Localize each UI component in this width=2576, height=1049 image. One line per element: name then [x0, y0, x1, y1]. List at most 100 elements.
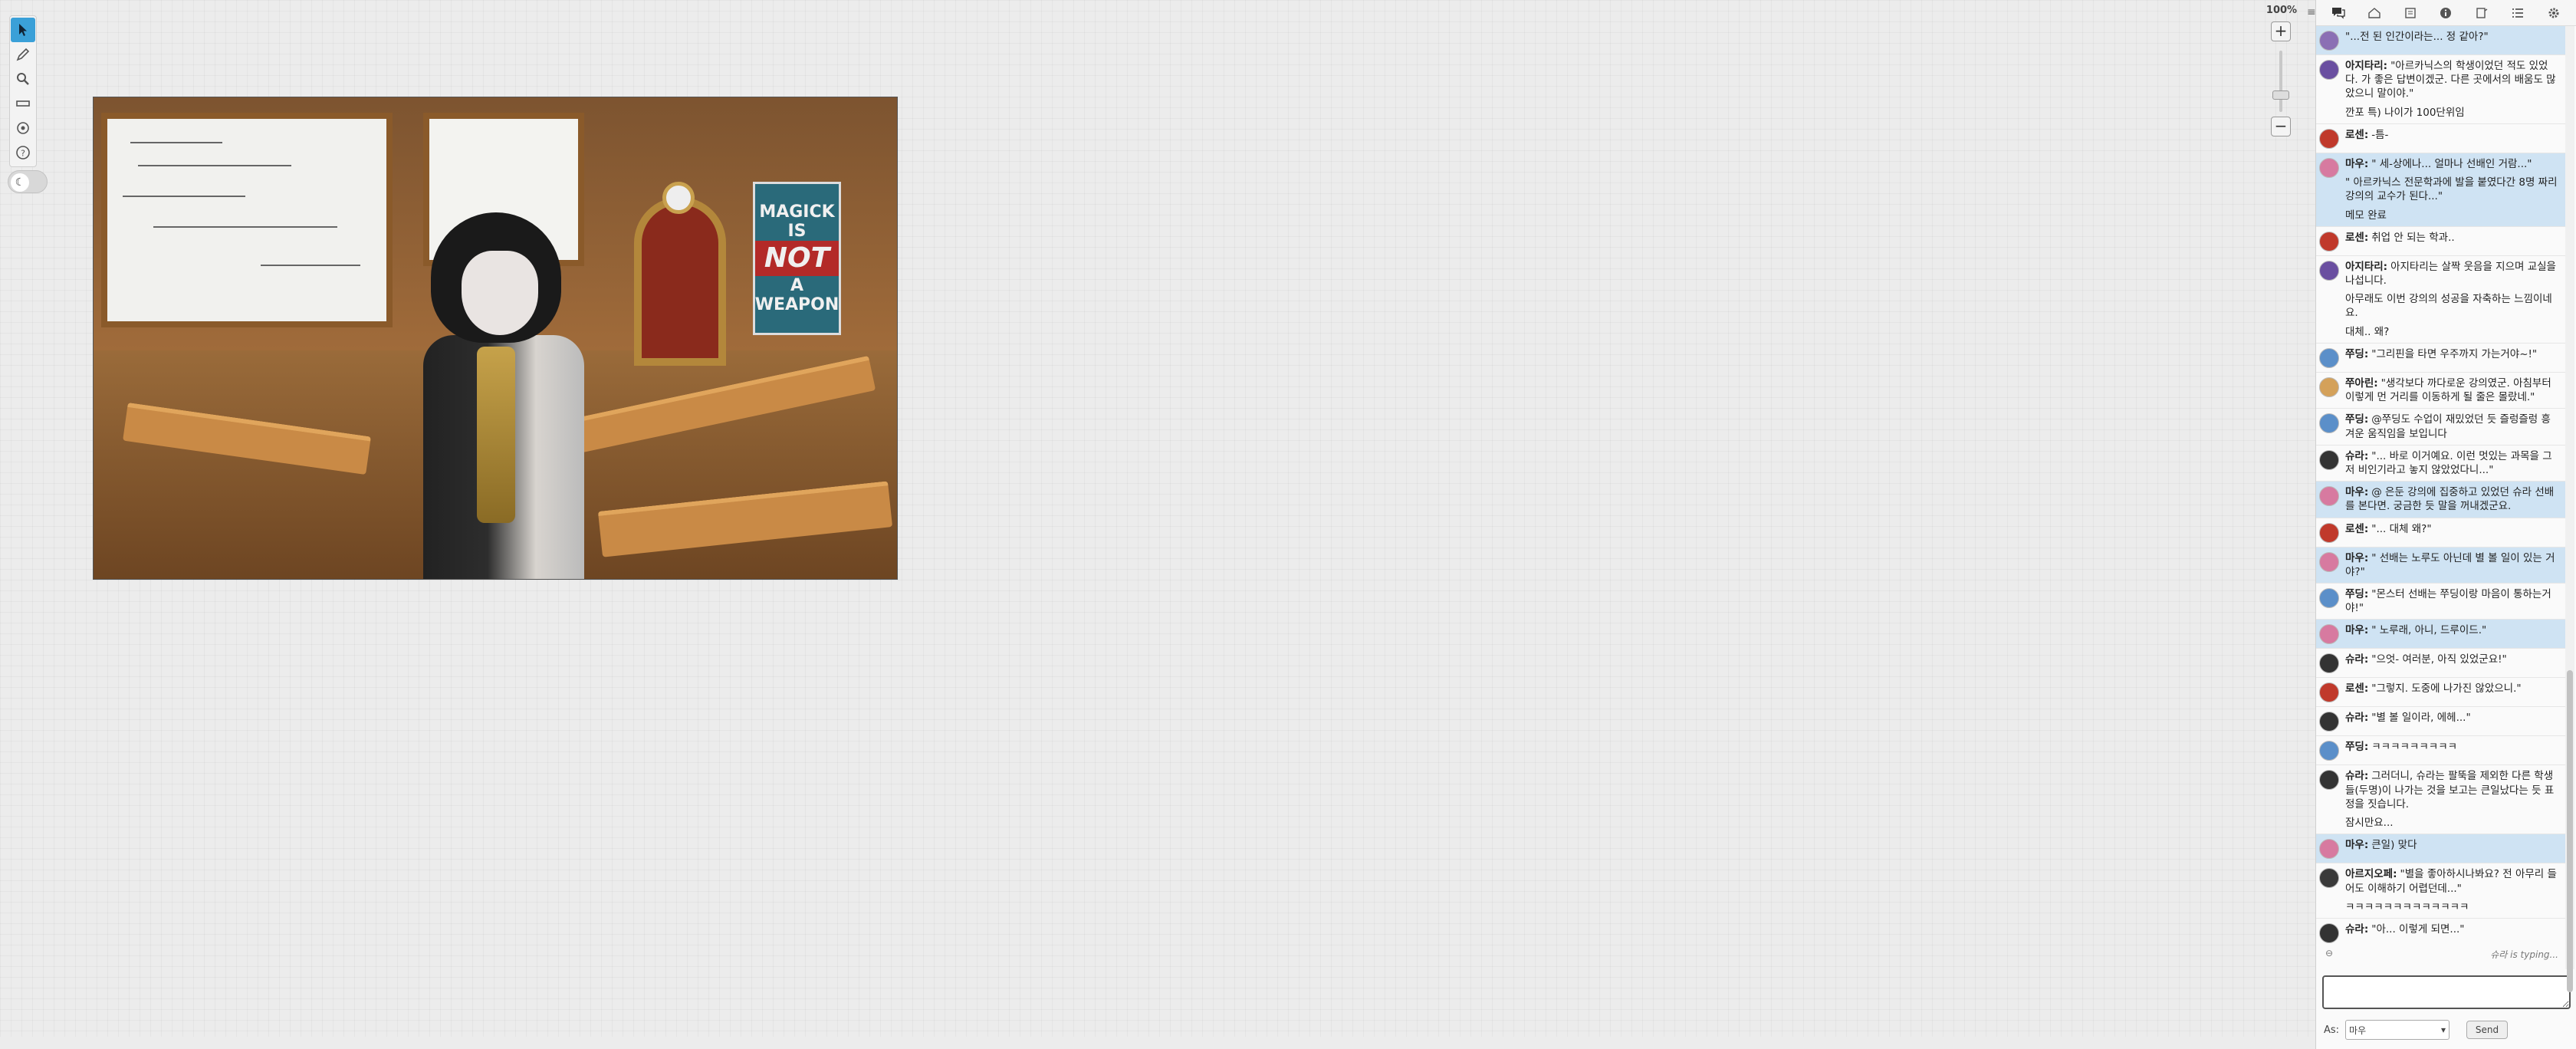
avatar: [2319, 413, 2339, 434]
draw-tool[interactable]: [11, 42, 35, 67]
chat-message-text: "으엇- 여러분, 아직 있었군요!": [2371, 653, 2507, 666]
decks-icon[interactable]: [2470, 2, 2493, 24]
poster-line: MAGICK: [759, 202, 835, 222]
measure-tool[interactable]: [11, 91, 35, 116]
chat-message-text: "몬스터 선배는 쭈딩이랑 마음이 통하는거야!": [2345, 588, 2551, 615]
chat-search-icon[interactable]: ⊖: [2325, 948, 2333, 959]
as-label: As:: [2324, 1024, 2340, 1036]
chat-scrollbar-thumb[interactable]: [2567, 670, 2573, 992]
avatar: [2319, 868, 2339, 889]
scene-map-image[interactable]: MAGICK IS NOT A WEAPON: [93, 97, 898, 580]
chat-message-body: 마우: " 노루래, 아니, 드루이드.": [2345, 623, 2486, 644]
chat-speaker-name: 쭈딩:: [2345, 741, 2369, 754]
chat-icon[interactable]: [2327, 2, 2350, 24]
character-token[interactable]: [400, 212, 600, 579]
zoom-out-button[interactable]: −: [2271, 117, 2291, 136]
chat-message-text: "... 대체 왜?": [2371, 522, 2432, 535]
speaking-as-select[interactable]: 마우 ▾: [2345, 1020, 2450, 1040]
sidebar-tabs: [2316, 0, 2576, 26]
canvas-toolbar: ?: [9, 15, 37, 167]
art-icon[interactable]: [2363, 2, 2386, 24]
chat-message-body: 아르지오페: "별을 좋아하시나봐요? 전 아무리 들어도 이해하기 어렵던데..…: [2345, 867, 2560, 914]
chat-speaker-name: 쭈딩:: [2345, 588, 2369, 601]
chat-message-text: "... 바로 이거예요. 이런 멋있는 과목을 그저 비인기라고 놓지 않았었…: [2345, 449, 2552, 476]
zoom-control: 100% + −: [2260, 5, 2303, 136]
poster-line: IS: [787, 222, 807, 241]
speaking-as-row: As: 마우 ▾ Send: [2324, 1020, 2569, 1040]
chat-speaker-name: 쭈아린:: [2345, 377, 2378, 390]
chat-message-subtext: 메모 완료: [2345, 209, 2387, 222]
chat-message-body: 로센: -틈-: [2345, 128, 2388, 149]
target-icon: [17, 122, 29, 134]
chat-message-body: 슈라: "으엇- 여러분, 아직 있었군요!": [2345, 653, 2507, 673]
chat-message-subtext: 깐포 특) 나이가 100단위임: [2345, 106, 2465, 119]
avatar: [2319, 653, 2339, 674]
chat-speaker-name: 로센:: [2345, 231, 2369, 244]
chat-speaker-name: 로센:: [2345, 682, 2369, 695]
zoom-slider-handle[interactable]: [2272, 90, 2289, 100]
chat-message: 마우: " 노루래, 아니, 드루이드.": [2316, 620, 2566, 649]
chat-message-body: 슈라: 그러더니, 슈라는 팔뚝을 제외한 다른 학생들(두명)이 나가는 것을 …: [2345, 769, 2560, 830]
chat-message: 아지타리: "아르카닉스의 학생이었던 적도 있었다. 가 좋은 답변이겠군. 다…: [2316, 55, 2566, 124]
character-face: [462, 251, 538, 335]
chat-speaker-name: 슈라:: [2345, 923, 2369, 936]
fog-tool[interactable]: [11, 116, 35, 140]
select-tool[interactable]: [11, 18, 35, 42]
as-selected-value: 마우: [2349, 1024, 2367, 1036]
chat-message: 로센: 취업 안 되는 학과..: [2316, 227, 2566, 256]
svg-text:?: ?: [21, 149, 25, 159]
night-mode-toggle[interactable]: ☾: [8, 170, 48, 193]
cursor-icon: [19, 24, 27, 36]
list-icon[interactable]: [2506, 2, 2529, 24]
sidebar-collapse-icon[interactable]: ≡: [2307, 6, 2316, 21]
avatar: [2319, 128, 2339, 149]
chat-message-text: @쭈딩도 수업이 재밌었던 듯 즐렁즐렁 흥겨운 움직임을 보입니다: [2345, 413, 2551, 440]
chat-message: 슈라: "별 볼 일이라, 에헤...": [2316, 707, 2566, 737]
avatar: [2319, 551, 2339, 572]
chat-message: 로센: "... 대체 왜?": [2316, 518, 2566, 548]
chat-message: 쭈딩: @쭈딩도 수업이 재밌었던 듯 즐렁즐렁 흥겨운 움직임을 보입니다: [2316, 409, 2566, 446]
chat-message-text: "별 볼 일이라, 에헤...": [2371, 712, 2471, 725]
character-ornament: [477, 347, 515, 523]
chat-message-body: 슈라: "별 볼 일이라, 에헤...": [2345, 711, 2471, 732]
poster-line: WEAPON: [754, 294, 840, 314]
scene-whiteboard: [101, 113, 393, 327]
chat-message-text: "그렇지. 도중에 나가진 않았으니.": [2371, 682, 2522, 695]
chat-message: 마우: @ 은둔 강의에 집중하고 있었던 슈라 선배를 본다면. 궁금한 듯 말…: [2316, 482, 2566, 518]
canvas-horizontal-scrollbar[interactable]: [0, 1037, 2315, 1049]
info-icon[interactable]: [2434, 2, 2457, 24]
send-button[interactable]: Send: [2466, 1021, 2509, 1039]
chat-message-text: @ 은둔 강의에 집중하고 있었던 슈라 선배를 본다면. 궁금한 듯 말을 꺼…: [2345, 486, 2555, 513]
settings-icon[interactable]: [2542, 2, 2565, 24]
chat-input[interactable]: [2322, 975, 2571, 1009]
zoom-tool[interactable]: [11, 67, 35, 91]
chat-message: 마우: " 세-상에나... 얼마나 선배인 거람..." " 아르카닉스 전문학과…: [2316, 153, 2566, 227]
chat-message: 쭈아린: "생각보다 까다로운 강의였군. 아침부터 이렇게 먼 거리를 이동하게…: [2316, 373, 2566, 409]
chat-message-body: 마우: @ 은둔 강의에 집중하고 있었던 슈라 선배를 본다면. 궁금한 듯 말…: [2345, 485, 2560, 513]
chat-speaker-name: 마우:: [2345, 839, 2369, 852]
chat-message: 아지타리: 아지타리는 살짝 웃음을 지으며 교실을 나섭니다. 아무래도 이번 강…: [2316, 256, 2566, 344]
chat-speaker-name: 슈라:: [2345, 712, 2369, 725]
chat-message: 로센: -틈-: [2316, 124, 2566, 153]
chat-log[interactable]: "...전 된 인간이라는... 정 같아?" 아지타리: "아르카닉스의 학생이었…: [2316, 26, 2566, 946]
chat-message-text: " 세-상에나... 얼마나 선배인 거람...": [2371, 157, 2532, 170]
chat-message-body: 쭈딩: ㅋㅋㅋㅋㅋㅋㅋㅋㅋ: [2345, 740, 2457, 761]
chat-speaker-name: 아지타리:: [2345, 60, 2388, 72]
help-tool[interactable]: ?: [11, 140, 35, 165]
journal-icon[interactable]: [2399, 2, 2422, 24]
avatar: [2319, 31, 2339, 51]
tabletop-canvas[interactable]: ? ☾ MAGICK IS NOT A WEAPON 100% + −: [0, 0, 2315, 1049]
avatar: [2319, 770, 2339, 791]
zoom-slider-track[interactable]: [2279, 51, 2282, 112]
right-sidebar: ≡ "...전 된 인간이라는... 정 같아?" 아지타리: "아르카닉스의 학생…: [2307, 0, 2576, 1049]
chat-message-body: 슈라: "아... 이렇게 되면...": [2345, 922, 2465, 943]
avatar: [2319, 231, 2339, 252]
chat-message-body: 마우: 큰일) 맞다: [2345, 838, 2417, 859]
chat-scrollbar[interactable]: [2565, 26, 2574, 992]
scene-poster: MAGICK IS NOT A WEAPON: [753, 182, 841, 335]
zoom-in-button[interactable]: +: [2271, 21, 2291, 41]
scene-clock: [662, 182, 695, 214]
chat-speaker-name: 마우:: [2345, 157, 2369, 170]
pencil-icon: [16, 48, 30, 61]
chat-speaker-name: 쭈딩:: [2345, 347, 2369, 360]
